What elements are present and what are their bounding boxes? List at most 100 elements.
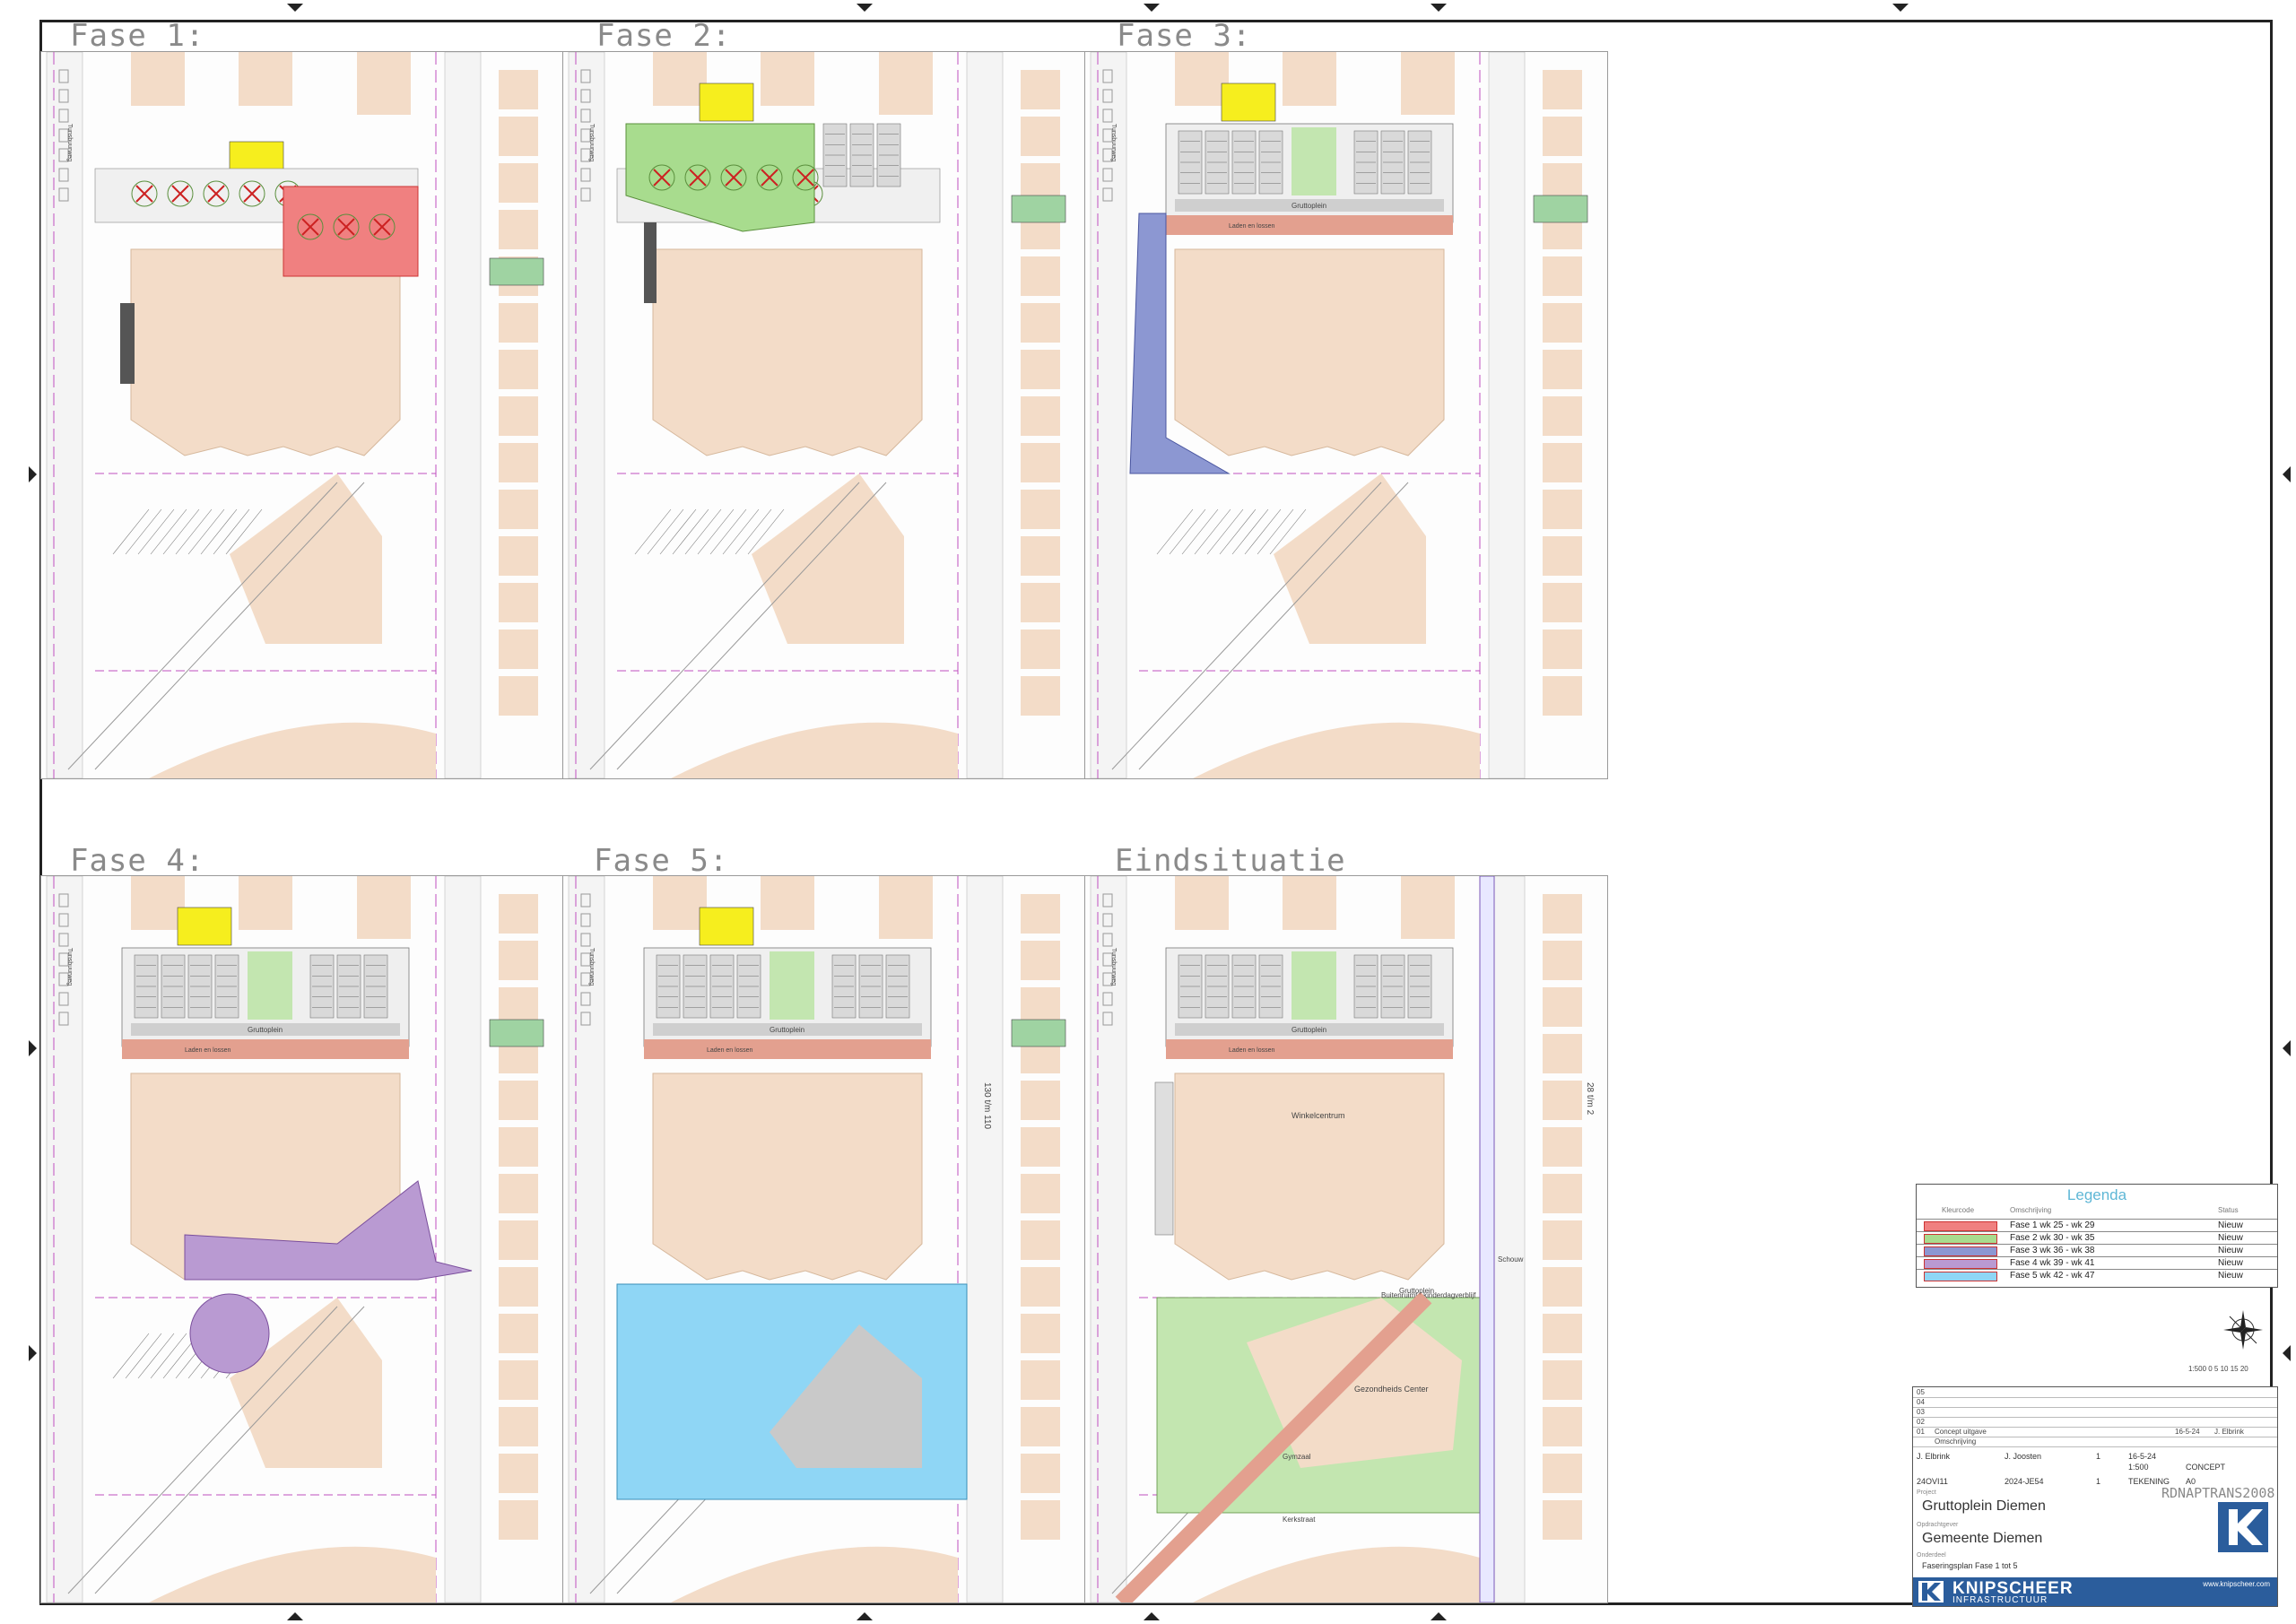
residential-unit: [1543, 1081, 1582, 1120]
legend-header-status: Status: [2218, 1206, 2239, 1214]
residential-block: [1283, 876, 1336, 930]
project-name: Gruttoplein Diemen: [1922, 1498, 2046, 1514]
street-label-tunsbuurweg: Tunsbuurweg: [1110, 948, 1117, 986]
sheet-number: 1: [2096, 1477, 2101, 1486]
road-east: [1488, 52, 1526, 778]
residential-unit: [1543, 350, 1582, 389]
residential-unit: [499, 117, 538, 156]
edge-tick: [2283, 1040, 2291, 1056]
square-label: Gruttoplein: [1292, 1026, 1326, 1034]
residential-block: [879, 876, 933, 939]
legend-row: Fase 3 wk 36 - wk 38 Nieuw: [1917, 1244, 2277, 1257]
residential-unit: [499, 163, 538, 203]
panel-title-fase-1: Fase 1:: [70, 18, 205, 54]
residential-unit: [1021, 941, 1060, 980]
scale-bar: 1:500 0 5 10 15 20: [2188, 1365, 2248, 1373]
map-panel-fase-2: Tunsbuurweg: [562, 51, 1086, 779]
map-panel-fase-1: Tunsbuurweg: [40, 51, 564, 779]
residential-block: [653, 52, 707, 106]
road-east: [966, 52, 1004, 778]
residential-unit: [1543, 1407, 1582, 1446]
residential-unit: [1021, 1454, 1060, 1493]
residential-unit: [1021, 1174, 1060, 1213]
health-center-label: Gezondheids Center: [1354, 1385, 1429, 1394]
planting-strip: [248, 951, 292, 1020]
loading-label: Laden en lossen: [185, 1047, 230, 1054]
residential-unit: [499, 1360, 538, 1400]
legend-status: Nieuw: [2218, 1246, 2243, 1255]
paving-strip: [1166, 215, 1453, 235]
residential-unit: [1543, 1174, 1582, 1213]
residential-unit: [1021, 1407, 1060, 1446]
legend: Legenda Kleurcode Omschrijving Status Fa…: [1916, 1184, 2278, 1288]
main-building: [130, 248, 401, 456]
drawing-scale: 1:500: [2128, 1463, 2149, 1472]
legend-status: Nieuw: [2218, 1220, 2243, 1230]
residential-unit: [1021, 1127, 1060, 1167]
site-cabin: [177, 907, 232, 946]
residential-block: [357, 52, 411, 115]
map-panel-fase-4: Gruttoplein Laden en lossen Tunsbuurweg: [40, 875, 564, 1603]
rev-number: 05: [1917, 1388, 1925, 1396]
residential-unit: [1543, 630, 1582, 669]
rev-number: 02: [1917, 1418, 1925, 1426]
company-banner: KNIPSCHEER INFRASTRUCTUUR www.knipscheer…: [1913, 1577, 2277, 1606]
company-website[interactable]: www.knipscheer.com: [2203, 1580, 2270, 1588]
street-label-tunsbuurweg: Tunsbuurweg: [588, 948, 595, 986]
client-label: Opdrachtgever: [1917, 1522, 1959, 1528]
checked-by: J. Joosten: [2005, 1452, 2042, 1461]
residential-unit: [1021, 1360, 1060, 1400]
street-label-tunsbuurweg: Tunsbuurweg: [66, 124, 73, 161]
residential-unit: [1021, 894, 1060, 934]
residential-unit: [1021, 490, 1060, 529]
rev-number: 03: [1917, 1408, 1925, 1416]
house-number-range: 28 t/m 2: [1585, 1082, 1595, 1116]
loading-label: Laden en lossen: [707, 1047, 752, 1054]
residential-block: [239, 876, 292, 930]
edge-tick: [2283, 466, 2291, 482]
side-parking: [1154, 1081, 1174, 1236]
residential-unit: [1543, 396, 1582, 436]
residential-block: [131, 52, 185, 106]
residential-unit: [1021, 536, 1060, 576]
sheet-blad: 1: [2096, 1452, 2101, 1461]
knipscheer-logo-icon: [2218, 1502, 2268, 1552]
residential-unit: [1543, 117, 1582, 156]
reference-number: 2024-JE54: [2005, 1477, 2044, 1486]
edge-tick: [1144, 4, 1160, 12]
edge-tick: [287, 1612, 303, 1620]
edge-tick: [1892, 4, 1909, 12]
planting-strip: [1292, 951, 1336, 1020]
residential-unit: [499, 490, 538, 529]
street-label-tunsbuurweg: Tunsbuurweg: [66, 948, 73, 986]
residential-unit: [1021, 256, 1060, 296]
drawing-sheet: { "panels": [ {"title": "Fase 1:", "phas…: [0, 0, 2296, 1624]
residential-unit: [1021, 117, 1060, 156]
residential-unit: [1543, 490, 1582, 529]
site-container: [489, 1019, 544, 1047]
loading-label: Laden en lossen: [1229, 1047, 1274, 1054]
residential-unit: [499, 1174, 538, 1213]
site-container: [1011, 1019, 1066, 1047]
residential-unit: [1021, 350, 1060, 389]
planting-strip: [1292, 127, 1336, 195]
rev-header: Omschrijving: [1935, 1437, 1977, 1446]
legend-swatch: [1924, 1221, 1997, 1231]
residential-unit: [1543, 1127, 1582, 1167]
paving-strip: [122, 1039, 409, 1059]
legend-status: Nieuw: [2218, 1258, 2243, 1268]
drawing-subject: Faseringsplan Fase 1 tot 5: [1922, 1561, 2018, 1570]
main-building: [1174, 1073, 1445, 1281]
edge-tick: [29, 1345, 37, 1361]
rev-author: J. Elbrink: [2214, 1428, 2244, 1436]
residential-unit: [1543, 536, 1582, 576]
temporary-barrier: [120, 303, 135, 384]
residential-unit: [1543, 1034, 1582, 1073]
residential-unit: [1543, 676, 1582, 716]
edge-tick: [29, 466, 37, 482]
residential-unit: [1543, 583, 1582, 622]
residential-unit: [499, 894, 538, 934]
legend-label: Fase 1 wk 25 - wk 29: [2010, 1220, 2095, 1230]
residential-block: [761, 52, 814, 106]
phase-area-fase-4-circle: [189, 1293, 270, 1374]
